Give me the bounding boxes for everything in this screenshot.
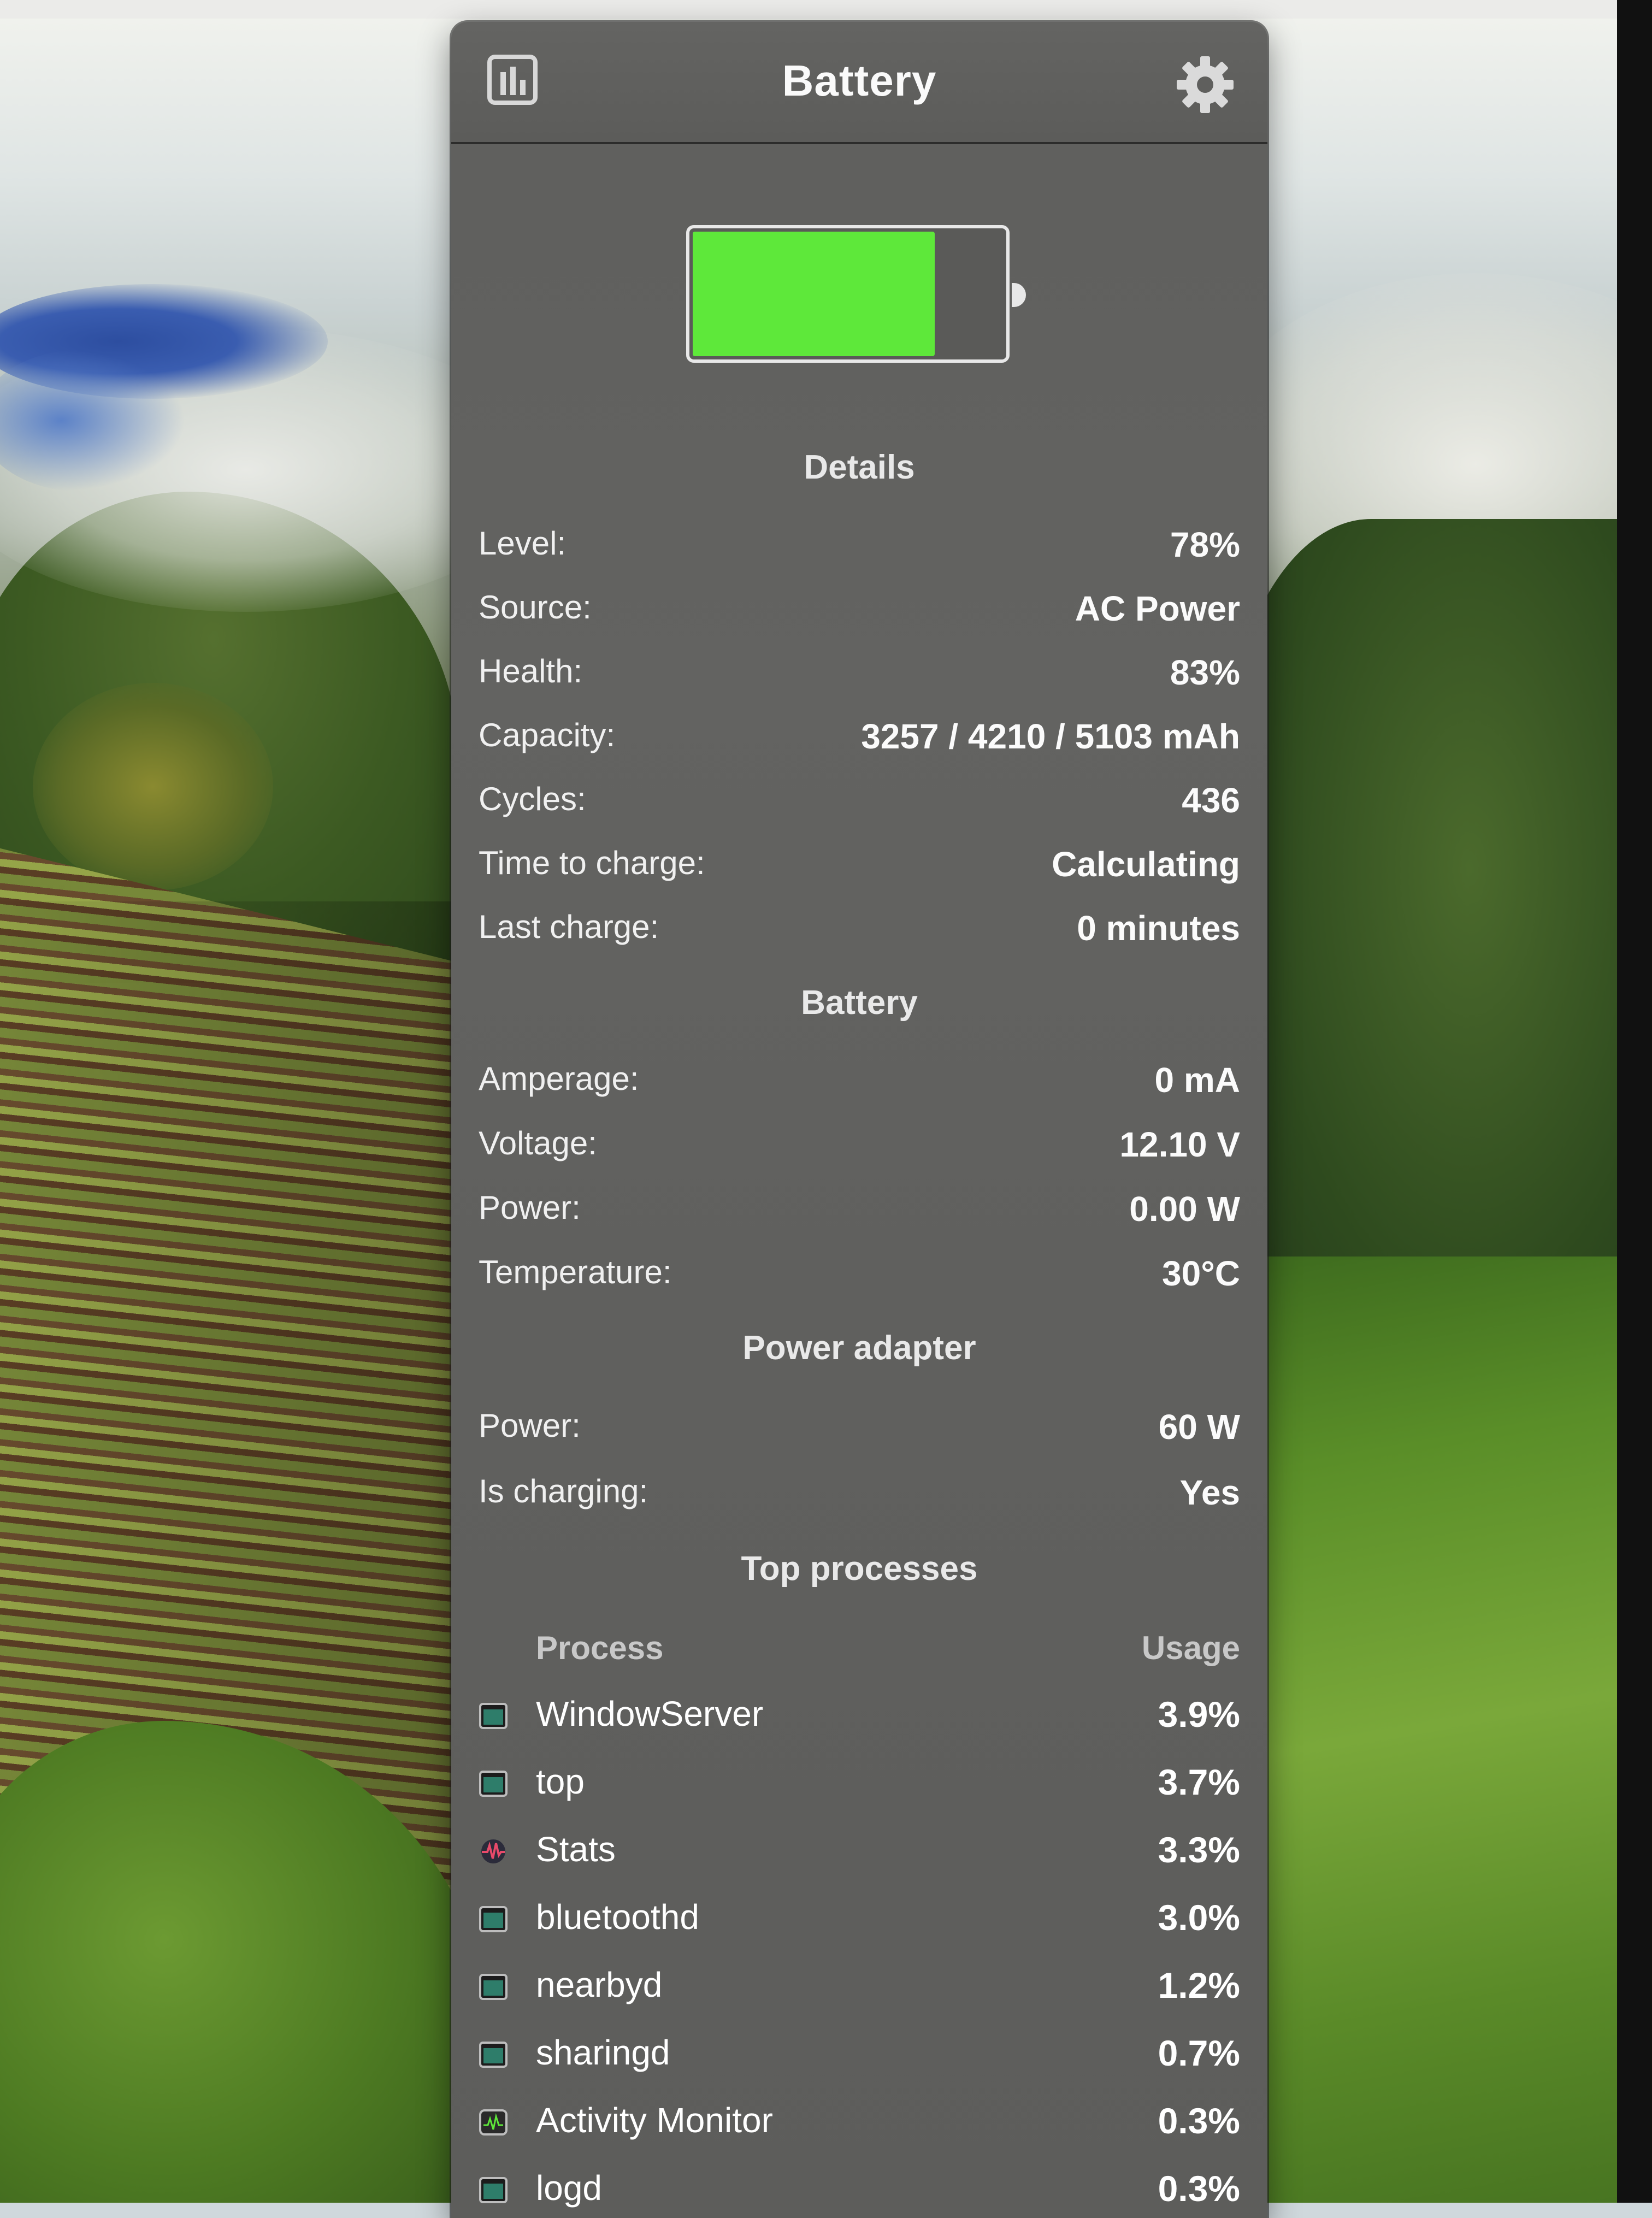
- adapter-row-is-charging: Is charging: Yes: [479, 1472, 1240, 1516]
- process-name: bluetoothd: [536, 1897, 699, 1937]
- terminal-app-icon: [479, 2177, 508, 2203]
- battery-row-amperage: Amperage: 0 mA: [479, 1060, 1240, 1104]
- terminal-app-icon: [479, 2042, 508, 2068]
- row-value: 0 mA: [1154, 1060, 1241, 1100]
- row-label: Temperature:: [479, 1254, 672, 1290]
- details-title: Details: [804, 449, 915, 486]
- process-usage: 3.9%: [1158, 1694, 1240, 1735]
- process-usage: 3.7%: [1158, 1762, 1240, 1802]
- row-value: 60 W: [1158, 1407, 1240, 1447]
- activity-monitor-icon: [479, 2109, 508, 2136]
- process-row[interactable]: nearbyd 1.2%: [479, 1965, 1240, 2014]
- row-label: Amperage:: [479, 1060, 639, 1097]
- popup-header: Battery: [451, 22, 1267, 144]
- adapter-row-power: Power: 60 W: [479, 1407, 1240, 1450]
- row-value: 30°C: [1162, 1254, 1240, 1293]
- process-row[interactable]: sharingd 0.7%: [479, 2032, 1240, 2081]
- process-row[interactable]: Stats 3.3%: [479, 1829, 1240, 1878]
- top-processes-title: Top processes: [741, 1550, 978, 1588]
- row-value: 12.10 V: [1119, 1125, 1240, 1164]
- terminal-app-icon: [479, 1974, 508, 2000]
- row-value: 83%: [1170, 653, 1240, 692]
- process-name: WindowServer: [536, 1694, 764, 1733]
- row-value: Yes: [1179, 1473, 1240, 1512]
- row-value: 436: [1182, 781, 1240, 820]
- process-row[interactable]: Activity Monitor 0.3%: [479, 2100, 1240, 2149]
- detail-row-capacity: Capacity: 3257 / 4210 / 5103 mAh: [479, 716, 1240, 760]
- row-value: 78%: [1170, 525, 1240, 564]
- process-row[interactable]: top 3.7%: [479, 1761, 1240, 1810]
- stats-app-icon: [481, 1839, 505, 1863]
- row-label: Time to charge:: [479, 845, 705, 881]
- row-value: 0.00 W: [1129, 1189, 1240, 1229]
- row-label: Power:: [479, 1407, 581, 1444]
- detail-row-source: Source: AC Power: [479, 588, 1240, 632]
- battery-level-graphic: [686, 225, 1010, 363]
- column-process: Process: [536, 1630, 664, 1666]
- gear-icon[interactable]: [1175, 55, 1235, 115]
- row-label: Cycles:: [479, 781, 586, 817]
- detail-row-cycles: Cycles: 436: [479, 780, 1240, 824]
- process-name: top: [536, 1762, 585, 1801]
- process-usage: 3.0%: [1158, 1897, 1240, 1938]
- battery-popup: Battery Details Level: 78% Source: AC Po…: [451, 22, 1267, 2218]
- row-label: Health:: [479, 653, 583, 689]
- row-label: Last charge:: [479, 909, 659, 945]
- row-value: 3257 / 4210 / 5103 mAh: [861, 717, 1240, 756]
- battery-section-title: Battery: [801, 984, 918, 1022]
- battery-row-temperature: Temperature: 30°C: [479, 1253, 1240, 1297]
- column-usage: Usage: [1141, 1630, 1240, 1666]
- process-table-header: Process Usage: [479, 1629, 1240, 1673]
- row-label: Capacity:: [479, 717, 616, 753]
- terminal-app-icon: [479, 1906, 508, 1932]
- row-label: Voltage:: [479, 1125, 597, 1161]
- process-name: sharingd: [536, 2033, 670, 2072]
- process-row[interactable]: WindowServer 3.9%: [479, 1694, 1240, 1743]
- battery-fill: [693, 232, 935, 356]
- process-usage: 0.3%: [1158, 2101, 1240, 2141]
- process-row[interactable]: logd 0.3%: [479, 2168, 1240, 2217]
- process-name: logd: [536, 2168, 602, 2208]
- row-label: Level:: [479, 525, 567, 562]
- battery-row-voltage: Voltage: 12.10 V: [479, 1124, 1240, 1168]
- row-value: Calculating: [1052, 845, 1240, 884]
- process-usage: 0.3%: [1158, 2168, 1240, 2209]
- process-usage: 0.7%: [1158, 2033, 1240, 2073]
- process-row[interactable]: bluetoothd 3.0%: [479, 1897, 1240, 1946]
- detail-row-last-charge: Last charge: 0 minutes: [479, 908, 1240, 952]
- battery-terminal: [1012, 283, 1026, 307]
- detail-row-health: Health: 83%: [479, 652, 1240, 696]
- row-value: 0 minutes: [1077, 909, 1240, 948]
- row-label: Is charging:: [479, 1473, 648, 1509]
- process-usage: 1.2%: [1158, 1965, 1240, 2005]
- detail-row-level: Level: 78%: [479, 524, 1240, 568]
- process-name: Activity Monitor: [536, 2101, 773, 2140]
- terminal-app-icon: [479, 1771, 508, 1797]
- row-value: AC Power: [1075, 589, 1240, 628]
- terminal-app-icon: [479, 1703, 508, 1729]
- popup-title: Battery: [782, 56, 937, 105]
- detail-row-time-to-charge: Time to charge: Calculating: [479, 844, 1240, 888]
- process-name: Stats: [536, 1830, 616, 1869]
- row-label: Source:: [479, 589, 592, 626]
- battery-row-power: Power: 0.00 W: [479, 1189, 1240, 1232]
- row-label: Power:: [479, 1189, 581, 1226]
- power-adapter-title: Power adapter: [742, 1329, 976, 1367]
- process-name: nearbyd: [536, 1965, 663, 2004]
- process-usage: 3.3%: [1158, 1830, 1240, 1870]
